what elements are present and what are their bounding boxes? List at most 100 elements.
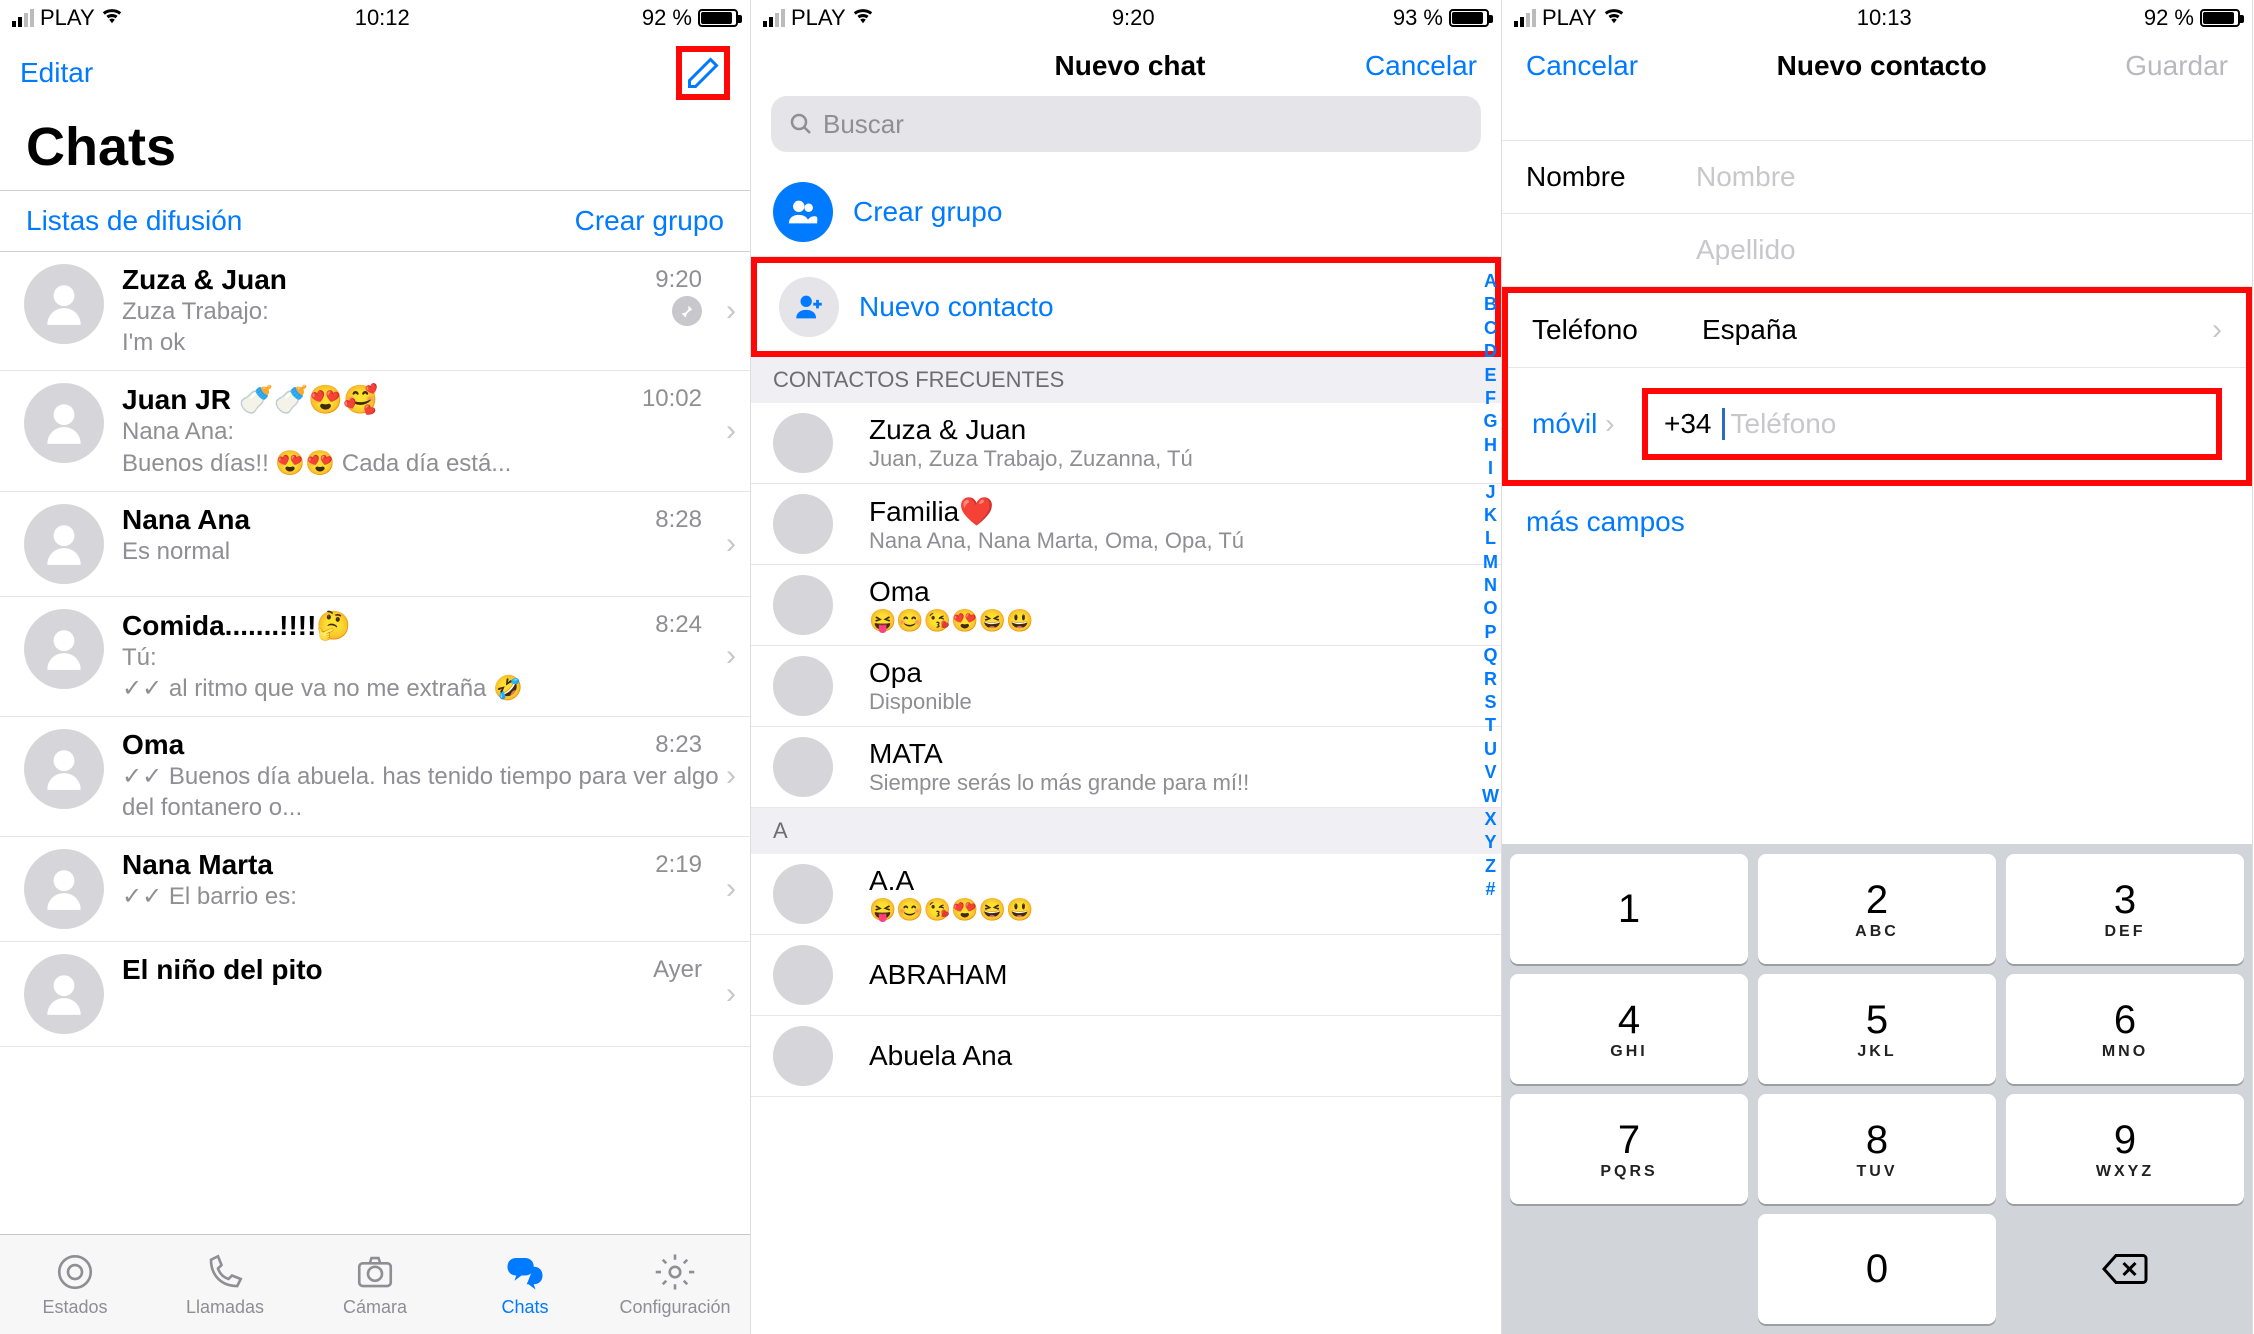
save-button[interactable]: Guardar [2125, 50, 2228, 82]
contact-row[interactable]: Oma😝😊😘😍😆😃 [751, 565, 1501, 646]
country-select[interactable]: España [1702, 314, 2212, 346]
key-5[interactable]: 5JKL [1758, 974, 1996, 1084]
phone-input[interactable]: Teléfono [1731, 408, 2201, 440]
index-letter[interactable]: W [1482, 785, 1499, 808]
create-group-row[interactable]: Crear grupo [751, 168, 1501, 257]
index-letter[interactable]: I [1488, 457, 1493, 480]
new-chat-screen: PLAY 9:20 93 % Nuevo chat Cancelar Busca… [751, 0, 1502, 1334]
index-letter[interactable]: M [1483, 551, 1498, 574]
clock-label: 10:12 [355, 5, 410, 31]
phone-prefix: +34 [1664, 408, 1712, 440]
index-letter[interactable]: K [1484, 504, 1497, 527]
surname-input[interactable]: Apellido [1696, 234, 2228, 266]
avatar [773, 413, 833, 473]
tab-llamadas[interactable]: Llamadas [150, 1235, 300, 1334]
section-frequent: CONTACTOS FRECUENTES [751, 357, 1501, 403]
more-fields-button[interactable]: más campos [1502, 486, 2252, 558]
chat-row[interactable]: Nana Ana Es normal 8:28 › [0, 492, 750, 597]
cancel-button[interactable]: Cancelar [1526, 50, 1638, 82]
avatar [773, 737, 833, 797]
index-letter[interactable]: D [1484, 340, 1497, 363]
index-letter[interactable]: Y [1484, 831, 1496, 854]
avatar [773, 656, 833, 716]
key-6[interactable]: 6MNO [2006, 974, 2244, 1084]
contact-name: Zuza & Juan [869, 414, 1193, 446]
contact-name: ABRAHAM [869, 959, 1007, 991]
index-letter[interactable]: G [1483, 410, 1497, 433]
battery-label: 92 % [2144, 5, 2194, 31]
index-letter[interactable]: H [1484, 434, 1497, 457]
index-letter[interactable]: R [1484, 668, 1497, 691]
index-letter[interactable]: O [1483, 597, 1497, 620]
index-letter[interactable]: Z [1485, 855, 1496, 878]
contact-row[interactable]: A.A😝😊😘😍😆😃 [751, 854, 1501, 935]
chat-preview: I'm ok [122, 327, 736, 358]
index-letter[interactable]: # [1485, 878, 1495, 901]
key-3[interactable]: 3DEF [2006, 854, 2244, 964]
signal-icon [1514, 9, 1536, 27]
alpha-index[interactable]: ABCDEFGHIJKLMNOPQRSTUVWXYZ# [1482, 270, 1499, 902]
contact-row[interactable]: Zuza & JuanJuan, Zuza Trabajo, Zuzanna, … [751, 403, 1501, 484]
edit-button[interactable]: Editar [20, 57, 93, 89]
index-letter[interactable]: P [1484, 621, 1496, 644]
key-4[interactable]: 4GHI [1510, 974, 1748, 1084]
index-letter[interactable]: B [1484, 293, 1497, 316]
contact-row[interactable]: Familia❤️Nana Ana, Nana Marta, Oma, Opa,… [751, 484, 1501, 565]
tab-camara[interactable]: Cámara [300, 1235, 450, 1334]
cancel-button[interactable]: Cancelar [1365, 50, 1477, 82]
search-input[interactable]: Buscar [771, 96, 1481, 152]
index-letter[interactable]: U [1484, 738, 1497, 761]
tab-estados[interactable]: Estados [0, 1235, 150, 1334]
new-contact-row[interactable]: Nuevo contacto [751, 257, 1501, 357]
index-letter[interactable]: S [1484, 691, 1496, 714]
chat-row[interactable]: Nana Marta ✓✓ El barrio es: 2:19 › [0, 837, 750, 942]
tab-chats[interactable]: Chats [450, 1235, 600, 1334]
index-letter[interactable]: N [1484, 574, 1497, 597]
name-input[interactable]: Nombre [1696, 161, 2228, 193]
avatar [24, 729, 104, 809]
avatar [24, 383, 104, 463]
chat-row[interactable]: Comida.......!!!!🤔 Tú: ✓✓ al ritmo que v… [0, 597, 750, 717]
avatar [773, 864, 833, 924]
broadcast-lists-button[interactable]: Listas de difusión [26, 205, 242, 237]
index-letter[interactable]: A [1484, 270, 1497, 293]
chat-time: 8:24 [655, 611, 702, 639]
chat-name: Comida.......!!!!🤔 [122, 609, 736, 642]
new-group-button[interactable]: Crear grupo [575, 205, 724, 237]
contact-sub: Juan, Zuza Trabajo, Zuzanna, Tú [869, 446, 1193, 472]
avatar [24, 849, 104, 929]
index-letter[interactable]: C [1484, 317, 1497, 340]
chat-row[interactable]: Juan JR 🍼🍼😍🥰 Nana Ana: Buenos días!! 😍😍 … [0, 371, 750, 491]
compose-button[interactable] [676, 46, 730, 100]
index-letter[interactable]: F [1485, 387, 1496, 410]
battery-label: 93 % [1393, 5, 1443, 31]
key-0[interactable]: 0 [1758, 1214, 1996, 1324]
contact-row[interactable]: OpaDisponible [751, 646, 1501, 727]
index-letter[interactable]: X [1484, 808, 1496, 831]
key-7[interactable]: 7PQRS [1510, 1094, 1748, 1204]
chat-row[interactable]: El niño del pito Ayer › [0, 942, 750, 1047]
index-letter[interactable]: J [1485, 481, 1495, 504]
contact-row[interactable]: Abuela Ana [751, 1016, 1501, 1097]
chevron-right-icon: › [726, 639, 736, 673]
key-9[interactable]: 9WXYZ [2006, 1094, 2244, 1204]
clock-label: 10:13 [1857, 5, 1912, 31]
key-8[interactable]: 8TUV [1758, 1094, 1996, 1204]
tab-bar: Estados Llamadas Cámara Chats Configurac… [0, 1234, 750, 1334]
index-letter[interactable]: E [1484, 364, 1496, 387]
chat-row[interactable]: Oma ✓✓ Buenos día abuela. has tenido tie… [0, 717, 750, 836]
tab-config[interactable]: Configuración [600, 1235, 750, 1334]
index-letter[interactable]: L [1485, 527, 1496, 550]
phone-type-select[interactable]: móvil › [1532, 408, 1642, 440]
index-letter[interactable]: V [1484, 761, 1496, 784]
contact-row[interactable]: MATASiempre serás lo más grande para mí!… [751, 727, 1501, 808]
contact-row[interactable]: ABRAHAM [751, 935, 1501, 1016]
index-letter[interactable]: Q [1483, 644, 1497, 667]
index-letter[interactable]: T [1485, 714, 1496, 737]
key-1[interactable]: 1 [1510, 854, 1748, 964]
chat-name: Zuza & Juan [122, 264, 736, 296]
chat-row[interactable]: Zuza & Juan Zuza Trabajo: I'm ok 9:20 › [0, 252, 750, 371]
delete-key[interactable] [2006, 1214, 2244, 1324]
page-title: Nuevo chat [1055, 50, 1206, 82]
key-2[interactable]: 2ABC [1758, 854, 1996, 964]
